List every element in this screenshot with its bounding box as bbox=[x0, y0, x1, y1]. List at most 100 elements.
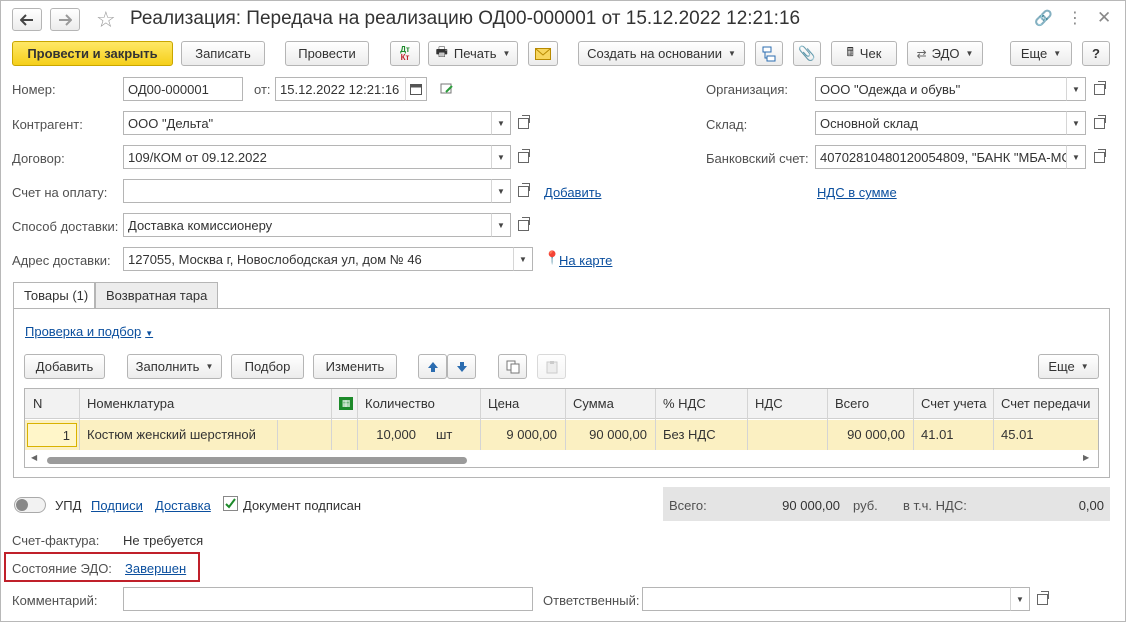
close-icon[interactable]: ✕ bbox=[1097, 8, 1111, 28]
col-header-vat-rate[interactable]: % НДС bbox=[655, 389, 747, 419]
responsible-field[interactable] bbox=[642, 587, 1012, 611]
paste-row-button[interactable] bbox=[537, 354, 566, 379]
vat-in-sum-link[interactable]: НДС в сумме bbox=[817, 185, 897, 200]
forward-button[interactable] bbox=[50, 8, 80, 31]
edit-number-icon[interactable] bbox=[440, 82, 454, 99]
goods-pick-button[interactable]: Подбор bbox=[231, 354, 304, 379]
scrollbar-thumb[interactable] bbox=[47, 457, 467, 464]
more-button[interactable]: Еще ▼ bbox=[1010, 41, 1072, 66]
delivery-method-field[interactable]: Доставка комиссионеру bbox=[123, 213, 493, 237]
contract-field[interactable]: 109/КОМ от 09.12.2022 bbox=[123, 145, 493, 169]
contractor-field[interactable]: ООО "Дельта" bbox=[123, 111, 493, 135]
check-and-pick-link[interactable]: Проверка и подбор ▼ bbox=[25, 324, 153, 339]
post-and-close-button[interactable]: Провести и закрыть bbox=[12, 41, 173, 66]
delivery-address-dropdown[interactable]: ▼ bbox=[513, 247, 533, 271]
row-price[interactable]: 9 000,00 bbox=[480, 420, 565, 450]
structure-button[interactable] bbox=[755, 41, 783, 66]
column-divider bbox=[565, 389, 566, 450]
invoice-dropdown[interactable]: ▼ bbox=[491, 179, 511, 203]
warehouse-dropdown[interactable]: ▼ bbox=[1066, 111, 1086, 135]
contract-open-icon[interactable] bbox=[513, 145, 533, 169]
contractor-label: Контрагент: bbox=[12, 117, 83, 132]
signed-checkbox[interactable] bbox=[223, 496, 238, 511]
link-icon[interactable]: 🔗 bbox=[1034, 9, 1053, 27]
delivery-address-field[interactable]: 127055, Москва г, Новослободская ул, дом… bbox=[123, 247, 516, 271]
invoice-field[interactable] bbox=[123, 179, 493, 203]
warehouse-field[interactable]: Основной склад bbox=[815, 111, 1068, 135]
col-header-n[interactable]: N bbox=[25, 389, 79, 419]
row-qty[interactable]: 10,000 bbox=[357, 420, 424, 450]
delivery-method-dropdown[interactable]: ▼ bbox=[491, 213, 511, 237]
row-sum[interactable]: 90 000,00 bbox=[565, 420, 655, 450]
date-field[interactable]: 15.12.2022 12:21:16 bbox=[275, 77, 406, 101]
col-header-item[interactable]: Номенклатура bbox=[79, 389, 331, 419]
bank-account-field[interactable]: 40702810480120054809, "БАНК "МБА-МОСКВА" bbox=[815, 145, 1068, 169]
col-header-price[interactable]: Цена bbox=[480, 389, 565, 419]
row-unit[interactable]: шт bbox=[428, 420, 478, 450]
calendar-button[interactable] bbox=[405, 77, 427, 101]
contractor-open-icon[interactable] bbox=[513, 111, 533, 135]
bank-account-dropdown[interactable]: ▼ bbox=[1066, 145, 1086, 169]
check-button[interactable]: 🖩 Чек bbox=[831, 41, 897, 66]
help-button[interactable]: ? bbox=[1082, 41, 1110, 66]
col-header-qty[interactable]: Количество bbox=[357, 389, 480, 419]
invoice-open-icon[interactable] bbox=[513, 179, 533, 203]
post-button[interactable]: Провести bbox=[285, 41, 369, 66]
horizontal-scrollbar[interactable]: ◀ ▶ bbox=[25, 453, 1098, 467]
tab-goods[interactable]: Товары (1) bbox=[13, 282, 95, 309]
row-vat-rate[interactable]: Без НДС bbox=[655, 420, 747, 450]
col-header-sum[interactable]: Сумма bbox=[565, 389, 655, 419]
row-total[interactable]: 90 000,00 bbox=[827, 420, 913, 450]
delivery-method-open-icon[interactable] bbox=[513, 213, 533, 237]
row-transfer-account[interactable]: 45.01 bbox=[993, 420, 1098, 450]
dt-kt-button[interactable]: Дт Кт bbox=[390, 41, 420, 66]
print-button[interactable]: 🖶 Печать ▼ bbox=[428, 41, 518, 66]
goods-add-button[interactable]: Добавить bbox=[24, 354, 105, 379]
bank-account-open-icon[interactable] bbox=[1089, 145, 1109, 169]
excel-icon[interactable]: ▦ bbox=[339, 397, 353, 410]
number-field[interactable]: ОД00-000001 bbox=[123, 77, 243, 101]
contractor-dropdown[interactable]: ▼ bbox=[491, 111, 511, 135]
row-number-cell[interactable]: 1 bbox=[27, 423, 77, 447]
scroll-left-icon[interactable]: ◀ bbox=[31, 453, 37, 462]
signatures-link[interactable]: Подписи bbox=[91, 498, 143, 513]
add-invoice-link[interactable]: Добавить bbox=[544, 185, 601, 200]
contract-dropdown[interactable]: ▼ bbox=[491, 145, 511, 169]
row-account[interactable]: 41.01 bbox=[913, 420, 993, 450]
upd-toggle[interactable] bbox=[14, 497, 46, 513]
organization-field[interactable]: ООО "Одежда и обувь" bbox=[815, 77, 1068, 101]
edo-button[interactable]: ⇄ ЭДО ▼ bbox=[907, 41, 983, 66]
favorite-star-icon[interactable]: ☆ bbox=[96, 7, 116, 33]
row-item[interactable]: Костюм женский шерстяной bbox=[79, 420, 275, 450]
responsible-dropdown[interactable]: ▼ bbox=[1010, 587, 1030, 611]
save-button[interactable]: Записать bbox=[181, 41, 265, 66]
col-header-account[interactable]: Счет учета bbox=[913, 389, 993, 419]
on-map-link[interactable]: На карте bbox=[559, 253, 612, 268]
email-button[interactable] bbox=[528, 41, 558, 66]
goods-more-button[interactable]: Еще ▼ bbox=[1038, 354, 1099, 379]
col-header-transfer-account[interactable]: Счет передачи bbox=[993, 389, 1098, 419]
col-header-vat[interactable]: НДС bbox=[747, 389, 827, 419]
move-up-button[interactable] bbox=[418, 354, 447, 379]
move-down-button[interactable] bbox=[447, 354, 476, 379]
tab-returnable-packaging[interactable]: Возвратная тара bbox=[95, 282, 218, 308]
organization-dropdown[interactable]: ▼ bbox=[1066, 77, 1086, 101]
more-vert-icon[interactable]: ⋮ bbox=[1067, 8, 1083, 28]
copy-row-button[interactable] bbox=[498, 354, 527, 379]
goods-change-button[interactable]: Изменить bbox=[313, 354, 397, 379]
comment-field[interactable] bbox=[123, 587, 533, 611]
responsible-open-icon[interactable] bbox=[1032, 587, 1052, 611]
delivery-link[interactable]: Доставка bbox=[155, 498, 211, 513]
edo-state-link[interactable]: Завершен bbox=[125, 561, 186, 576]
scroll-right-icon[interactable]: ▶ bbox=[1083, 453, 1089, 462]
warehouse-open-icon[interactable] bbox=[1089, 111, 1109, 135]
organization-open-icon[interactable] bbox=[1089, 77, 1109, 101]
attach-button[interactable]: 📎 bbox=[793, 41, 821, 66]
create-based-on-button[interactable]: Создать на основании ▼ bbox=[578, 41, 745, 66]
col-header-total[interactable]: Всего bbox=[827, 389, 913, 419]
goods-fill-label: Заполнить bbox=[135, 359, 200, 374]
goods-fill-button[interactable]: Заполнить ▼ bbox=[127, 354, 222, 379]
row-vat[interactable] bbox=[747, 420, 827, 450]
back-button[interactable] bbox=[12, 8, 42, 31]
envelope-icon bbox=[535, 47, 551, 60]
